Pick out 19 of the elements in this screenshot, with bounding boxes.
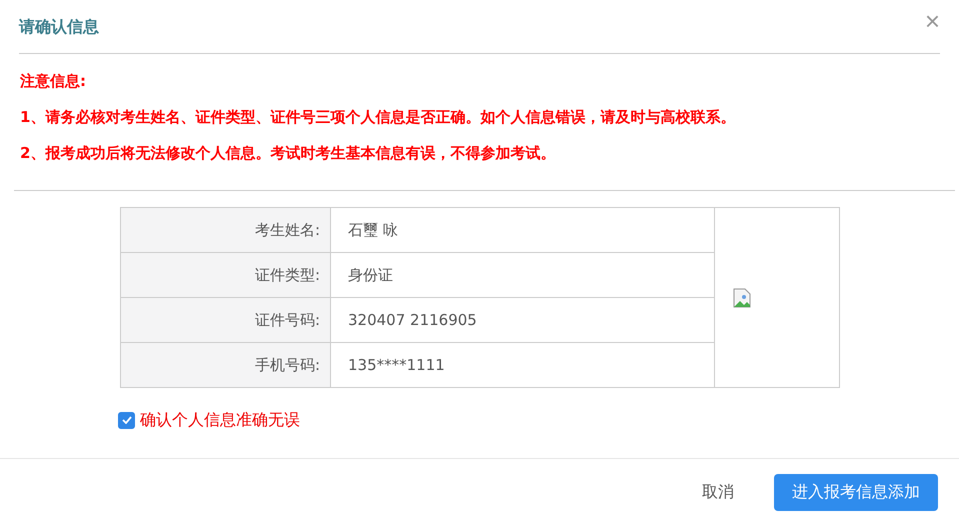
field-label: 证件号码: [121,298,331,342]
confirm-button[interactable]: 进入报考信息添加 [774,474,938,511]
notice-heading: 注意信息: [20,72,87,92]
close-button[interactable]: × [924,8,940,34]
checkbox-label: 确认个人信息准确无误 [140,410,300,430]
cancel-button[interactable]: 取消 [696,481,740,504]
broken-image-icon [733,288,751,308]
notice-text: 2、报考成功后将无法修改个人信息。考试时考生基本信息有误，不得参加考试。 [20,144,556,164]
field-label: 证件类型: [121,253,331,297]
field-label: 考生姓名: [121,208,331,252]
dialog-title: 请确认信息 [19,17,99,38]
notice-text: 1、请务必核对考生姓名、证件类型、证件号三项个人信息是否正确。如个人信息错误，请及时与高校联系。 [20,108,736,128]
checkbox[interactable] [118,412,135,428]
field-label: 手机号码: [121,343,331,387]
field-value: 身份证 [347,265,393,286]
field-value: 石璽 咏 [347,220,398,241]
check-icon [122,416,132,424]
field-value: 135****1111 [347,355,445,376]
field-value: 320407 2116905 [347,310,477,331]
